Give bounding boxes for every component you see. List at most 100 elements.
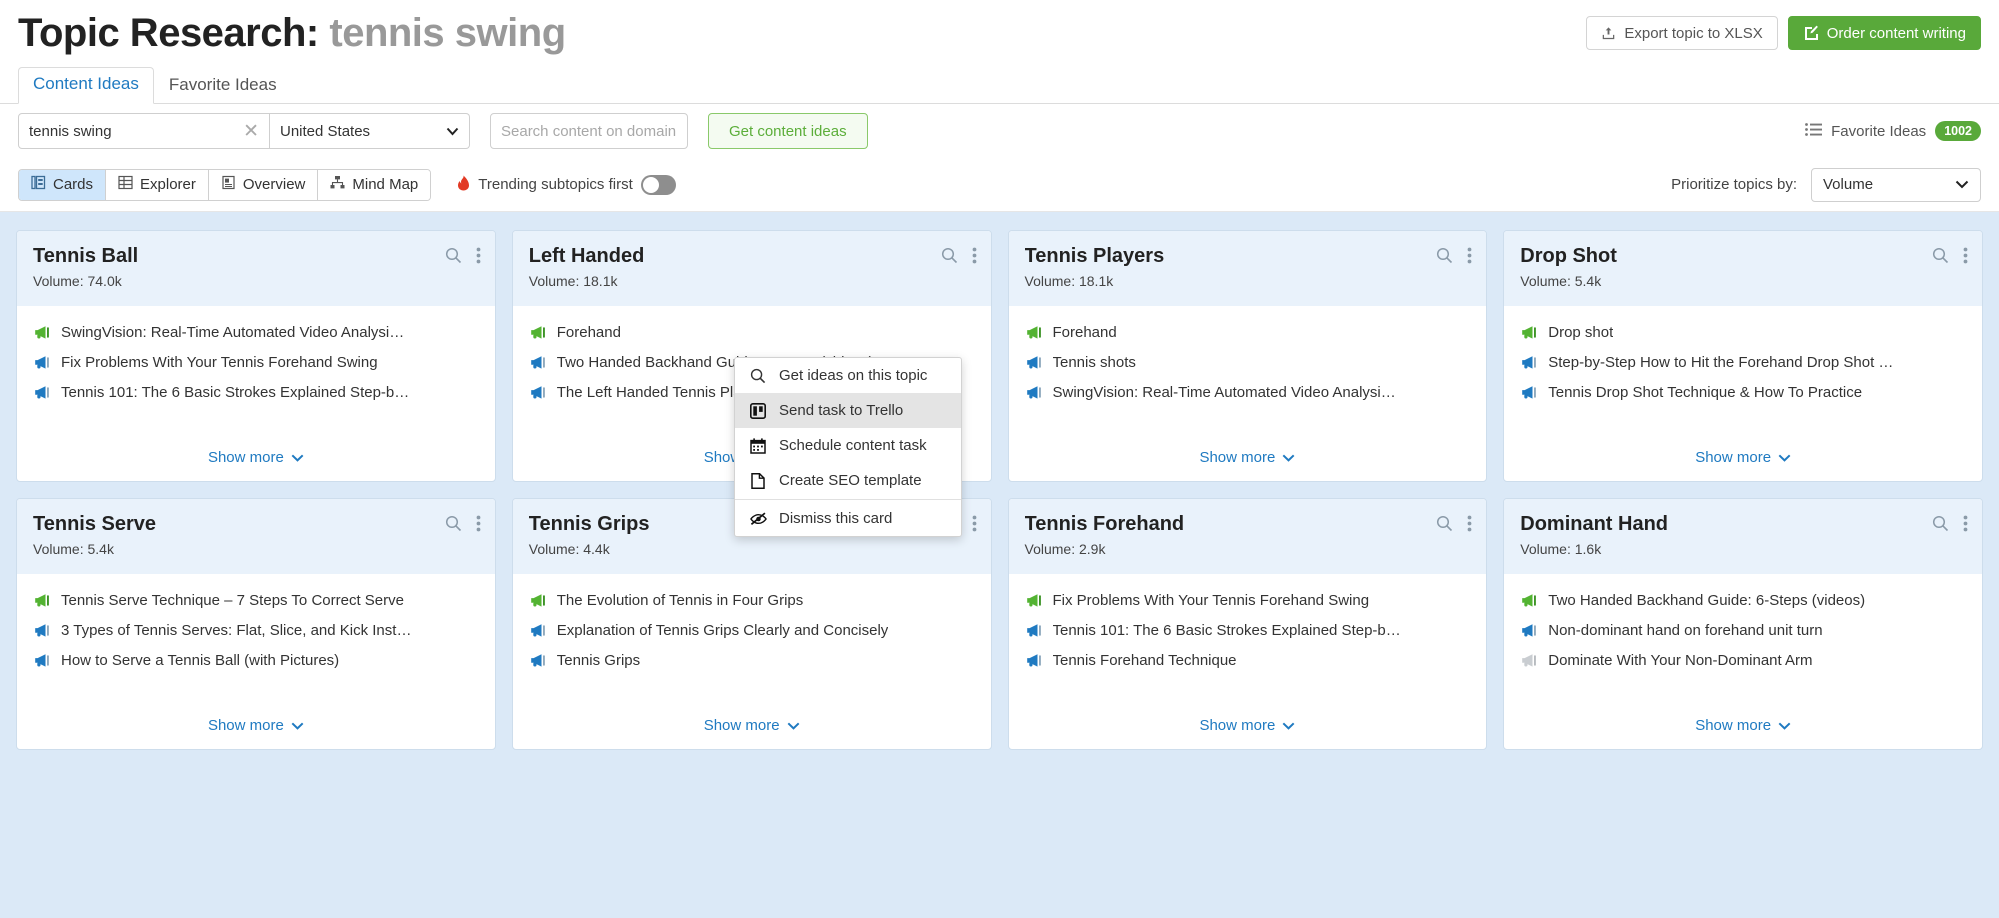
view-mode-overview[interactable]: Overview (209, 170, 319, 200)
prioritize-select[interactable]: Volume (1811, 168, 1981, 202)
get-content-ideas-button[interactable]: Get content ideas (708, 113, 868, 149)
idea-item[interactable]: Tennis 101: The 6 Basic Strokes Explaine… (33, 384, 479, 401)
idea-item[interactable]: Tennis Serve Technique – 7 Steps To Corr… (33, 592, 479, 609)
idea-item[interactable]: Tennis Grips (529, 652, 975, 669)
idea-label: The Evolution of Tennis in Four Grips (557, 592, 804, 609)
context-menu-item[interactable]: Create SEO template (735, 463, 961, 498)
topic-card-header: Dominant HandVolume: 1.6k (1504, 499, 1982, 574)
view-mode-cards[interactable]: Cards (19, 170, 106, 200)
more-options-icon[interactable] (972, 247, 977, 269)
search-icon[interactable] (1436, 247, 1453, 269)
topic-card-header-icons (1436, 247, 1472, 269)
keyword-input[interactable] (29, 123, 237, 140)
more-options-icon[interactable] (1467, 515, 1472, 537)
idea-item[interactable]: Non-dominant hand on forehand unit turn (1520, 622, 1966, 639)
more-options-icon[interactable] (476, 515, 481, 537)
idea-item[interactable]: Tennis 101: The 6 Basic Strokes Explaine… (1025, 622, 1471, 639)
favorite-ideas-label: Favorite Ideas (1831, 123, 1926, 140)
search-icon[interactable] (1436, 515, 1453, 537)
search-icon[interactable] (445, 515, 462, 537)
trending-subtopics-toggle[interactable] (641, 175, 676, 195)
idea-item[interactable]: Fix Problems With Your Tennis Forehand S… (33, 354, 479, 371)
search-icon[interactable] (445, 247, 462, 269)
topic-card-volume: Volume: 4.4k (529, 541, 975, 557)
idea-item[interactable]: SwingVision: Real-Time Automated Video A… (33, 324, 479, 341)
topic-card: Drop ShotVolume: 5.4kDrop shotStep-by-St… (1503, 230, 1983, 482)
more-options-icon[interactable] (972, 515, 977, 537)
search-bar: ✕ United States Get content ideas Favori… (0, 104, 1999, 158)
tab-content-ideas[interactable]: Content Ideas (18, 67, 154, 104)
topic-card-header: Tennis ServeVolume: 5.4k (17, 499, 495, 574)
megaphone-icon (1025, 593, 1043, 608)
context-menu-item[interactable]: Get ideas on this topic (735, 358, 961, 393)
topic-card: Tennis ForehandVolume: 2.9kFix Problems … (1008, 498, 1488, 750)
volume-value: 74.0k (87, 273, 121, 289)
topic-card-header-icons (445, 247, 481, 269)
top-header: Topic Research: tennis swing Export topi… (0, 0, 1999, 66)
view-mode-explorer[interactable]: Explorer (106, 170, 209, 200)
favorite-ideas-count: 1002 (1935, 121, 1981, 141)
show-more-button[interactable]: Show more (208, 449, 304, 466)
megaphone-icon (33, 593, 51, 608)
prioritize-label: Prioritize topics by: (1671, 176, 1797, 193)
favorite-ideas-link[interactable]: Favorite Ideas 1002 (1805, 121, 1981, 141)
idea-item[interactable]: Drop shot (1520, 324, 1966, 341)
context-menu-item[interactable]: Dismiss this card (735, 501, 961, 536)
idea-item[interactable]: Explanation of Tennis Grips Clearly and … (529, 622, 975, 639)
topic-card-header: Tennis PlayersVolume: 18.1k (1009, 231, 1487, 306)
show-more-button[interactable]: Show more (1695, 717, 1791, 734)
show-more-button[interactable]: Show more (704, 717, 800, 734)
search-icon (749, 368, 767, 384)
more-options-icon[interactable] (1963, 247, 1968, 269)
idea-label: SwingVision: Real-Time Automated Video A… (61, 324, 404, 341)
toggle-knob (643, 177, 659, 193)
volume-value: 5.4k (87, 541, 113, 557)
idea-item[interactable]: Fix Problems With Your Tennis Forehand S… (1025, 592, 1471, 609)
show-more-button[interactable]: Show more (1199, 449, 1295, 466)
idea-item[interactable]: 3 Types of Tennis Serves: Flat, Slice, a… (33, 622, 479, 639)
idea-item[interactable]: Step-by-Step How to Hit the Forehand Dro… (1520, 354, 1966, 371)
idea-item[interactable]: Tennis shots (1025, 354, 1471, 371)
more-options-icon[interactable] (1467, 247, 1472, 269)
topic-card-body: Tennis Serve Technique – 7 Steps To Corr… (17, 574, 495, 711)
topic-card-header: Tennis BallVolume: 74.0k (17, 231, 495, 306)
idea-item[interactable]: How to Serve a Tennis Ball (with Picture… (33, 652, 479, 669)
clear-keyword-icon[interactable]: ✕ (237, 122, 259, 141)
show-more-button[interactable]: Show more (208, 717, 304, 734)
idea-item[interactable]: Dominate With Your Non-Dominant Arm (1520, 652, 1966, 669)
idea-item[interactable]: Forehand (1025, 324, 1471, 341)
idea-item[interactable]: The Evolution of Tennis in Four Grips (529, 592, 975, 609)
idea-label: 3 Types of Tennis Serves: Flat, Slice, a… (61, 622, 411, 639)
domain-search-input[interactable] (501, 123, 677, 140)
order-content-writing-button[interactable]: Order content writing (1788, 16, 1981, 50)
topic-card-body: Forehand Tennis shots SwingVision: Real-Ti… (1009, 306, 1487, 443)
search-icon[interactable] (941, 247, 958, 269)
context-menu-item-label: Get ideas on this topic (779, 367, 927, 384)
topic-card-footer: Show more (1009, 443, 1487, 481)
idea-item[interactable]: Tennis Drop Shot Technique & How To Prac… (1520, 384, 1966, 401)
volume-label: Volume: (529, 541, 580, 557)
more-options-icon[interactable] (1963, 515, 1968, 537)
page-title-prefix: Topic Research: (18, 11, 319, 55)
export-topic-button[interactable]: Export topic to XLSX (1586, 16, 1777, 50)
view-mode-mindmap[interactable]: Mind Map (318, 170, 430, 200)
show-more-label: Show more (1199, 717, 1275, 734)
megaphone-icon (529, 593, 547, 608)
show-more-button[interactable]: Show more (1199, 717, 1295, 734)
context-menu-item[interactable]: Send task to Trello (735, 393, 961, 428)
search-icon[interactable] (1932, 515, 1949, 537)
idea-item[interactable]: Two Handed Backhand Guide: 6-Steps (vide… (1520, 592, 1966, 609)
megaphone-icon (1025, 653, 1043, 668)
show-more-button[interactable]: Show more (1695, 449, 1791, 466)
idea-item[interactable]: SwingVision: Real-Time Automated Video A… (1025, 384, 1471, 401)
prioritize-control: Prioritize topics by: Volume (1671, 168, 1981, 202)
idea-item[interactable]: Forehand (529, 324, 975, 341)
country-select[interactable]: United States (270, 113, 470, 149)
idea-item[interactable]: Tennis Forehand Technique (1025, 652, 1471, 669)
trending-subtopics-control: Trending subtopics first (457, 175, 676, 195)
more-options-icon[interactable] (476, 247, 481, 269)
tab-favorite-ideas[interactable]: Favorite Ideas (154, 68, 292, 104)
context-menu-item[interactable]: Schedule content task (735, 428, 961, 463)
topic-card: Tennis ServeVolume: 5.4k Tennis Serve Tec… (16, 498, 496, 750)
search-icon[interactable] (1932, 247, 1949, 269)
